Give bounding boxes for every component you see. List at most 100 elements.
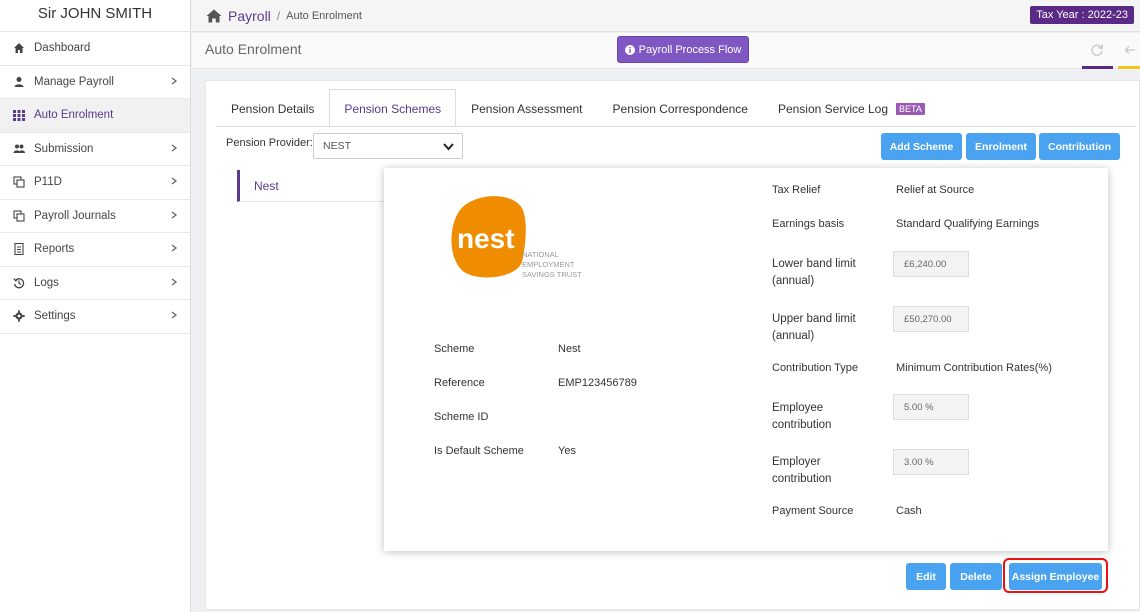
sidebar-item-settings[interactable]: Settings xyxy=(0,300,190,334)
breadcrumb-current: Auto Enrolment xyxy=(286,9,362,22)
sidebar-item-label: P11D xyxy=(34,176,62,189)
enrolment-button[interactable]: Enrolment xyxy=(966,133,1036,160)
page-title: Auto Enrolment xyxy=(205,41,302,57)
sidebar-item-payroll-journals[interactable]: Payroll Journals xyxy=(0,200,190,233)
top-bar: Payroll / Auto Enrolment Tax Year : 2022… xyxy=(192,0,1140,32)
tab-pension-correspondence[interactable]: Pension Correspondence xyxy=(598,89,763,127)
tax-year-badge[interactable]: Tax Year : 2022-23 xyxy=(1030,6,1134,24)
payroll-process-flow-button[interactable]: Payroll Process Flow xyxy=(617,36,749,63)
svg-text:NATIONAL: NATIONAL xyxy=(522,250,559,259)
chevron-right-icon xyxy=(170,243,178,255)
svg-text:EMPLOYMENT: EMPLOYMENT xyxy=(522,260,575,269)
sidebar-item-dashboard[interactable]: Dashboard xyxy=(0,32,190,66)
home-icon[interactable] xyxy=(206,9,222,23)
sidebar-item-label: Manage Payroll xyxy=(34,75,114,88)
employer-contribution-field: 3.00 % xyxy=(893,449,969,475)
add-scheme-button[interactable]: Add Scheme xyxy=(881,133,962,160)
beta-badge: BETA xyxy=(896,102,925,115)
tab-label: Pension Service Log xyxy=(777,101,889,116)
breadcrumb-payroll[interactable]: Payroll xyxy=(228,8,271,24)
sidebar-item-label: Auto Enrolment xyxy=(34,109,114,122)
contribution-type-label: Contribution Type xyxy=(772,362,859,374)
chevron-right-icon xyxy=(170,310,178,322)
dashboard-icon xyxy=(12,41,26,55)
refresh-icon[interactable] xyxy=(1090,43,1104,57)
chevron-right-icon xyxy=(170,277,178,289)
history-icon xyxy=(12,276,26,290)
users-icon xyxy=(12,142,26,156)
user-icon xyxy=(12,75,26,89)
reference-label: Reference xyxy=(434,377,485,389)
sidebar-item-p11d[interactable]: P11D xyxy=(0,166,190,200)
earnings-basis-value: Standard Qualifying Earnings xyxy=(896,218,1040,230)
payment-source-value: Cash xyxy=(896,505,922,517)
breadcrumb-separator: / xyxy=(276,8,281,23)
tax-relief-label: Tax Relief xyxy=(772,184,821,196)
scheme-list-item-nest[interactable]: Nest xyxy=(237,170,387,202)
payment-source-label: Payment Source xyxy=(772,505,854,517)
lower-band-field: £6,240.00 xyxy=(893,251,969,277)
payroll-process-flow-label: Payroll Process Flow xyxy=(638,43,742,56)
sidebar-item-label: Settings xyxy=(34,310,76,323)
accent-bar-yellow xyxy=(1118,66,1140,69)
tab-pension-schemes[interactable]: Pension Schemes xyxy=(329,89,457,127)
sidebar-item-label: Dashboard xyxy=(34,42,91,55)
page-header: Auto Enrolment Payroll Process Flow xyxy=(192,33,1140,69)
scheme-detail-card: nest NATIONAL EMPLOYMENT SAVINGS TRUST S… xyxy=(384,168,1108,551)
scheme-label: Scheme xyxy=(434,343,475,355)
scheme-value: Nest xyxy=(558,343,581,355)
sidebar-item-label: Submission xyxy=(34,142,94,155)
default-scheme-label: Is Default Scheme xyxy=(434,445,524,457)
report-icon xyxy=(12,242,26,256)
svg-text:nest: nest xyxy=(457,223,515,254)
info-icon xyxy=(624,44,635,55)
sidebar-item-label: Payroll Journals xyxy=(34,209,116,222)
tax-relief-value: Relief at Source xyxy=(896,184,975,196)
contribution-type-value: Minimum Contribution Rates(%) xyxy=(896,362,1052,374)
scheme-id-label: Scheme ID xyxy=(434,411,489,423)
copy-icon xyxy=(12,175,26,189)
employee-contribution-field: 5.00 % xyxy=(893,394,969,420)
pension-provider-value: NEST xyxy=(323,140,352,152)
default-scheme-value: Yes xyxy=(558,445,576,457)
main-panel: Pension Details Pension Schemes Pension … xyxy=(205,80,1140,610)
delete-button[interactable]: Delete xyxy=(950,563,1002,590)
sidebar-item-reports[interactable]: Reports xyxy=(0,233,190,267)
sidebar-item-label: Reports xyxy=(34,243,75,256)
sidebar: Sir JOHN SMITH Dashboard Manage Payroll … xyxy=(0,0,191,612)
sidebar-item-logs[interactable]: Logs xyxy=(0,267,190,300)
tab-pension-details[interactable]: Pension Details xyxy=(216,89,329,127)
tab-underline xyxy=(216,126,1136,127)
edit-button[interactable]: Edit xyxy=(906,563,946,590)
tab-pension-assessment[interactable]: Pension Assessment xyxy=(456,89,597,127)
tab-label: Pension Schemes xyxy=(344,101,442,116)
arrow-left-icon[interactable] xyxy=(1124,45,1136,55)
chevron-right-icon xyxy=(170,176,178,188)
pension-provider-select[interactable]: NEST xyxy=(313,133,463,159)
tab-label: Pension Assessment xyxy=(471,101,583,116)
reference-value: EMP123456789 xyxy=(558,377,637,389)
tab-pension-service-log[interactable]: Pension Service Log BETA xyxy=(763,89,940,127)
upper-band-field: £50,270.00 xyxy=(893,306,969,332)
chevron-right-icon xyxy=(170,210,178,222)
employer-contribution-label: Employer contribution xyxy=(772,456,832,485)
employee-contribution-label: Employee contribution xyxy=(772,402,832,431)
chevron-down-icon xyxy=(443,143,454,151)
sidebar-item-auto-enrolment[interactable]: Auto Enrolment xyxy=(0,99,190,133)
contribution-button[interactable]: Contribution xyxy=(1039,133,1120,160)
scheme-list-label: Nest xyxy=(254,178,279,193)
gear-icon xyxy=(12,309,26,323)
tab-label: Pension Correspondence xyxy=(612,101,748,116)
copy-icon xyxy=(12,209,26,223)
sidebar-item-submission[interactable]: Submission xyxy=(0,133,190,166)
lower-band-label: Lower band limit (annual) xyxy=(772,258,856,287)
user-name: Sir JOHN SMITH xyxy=(0,0,190,32)
tab-label: Pension Details xyxy=(231,101,315,116)
earnings-basis-label: Earnings basis xyxy=(772,218,845,230)
upper-band-label: Upper band limit (annual) xyxy=(772,313,856,342)
chevron-right-icon xyxy=(170,143,178,155)
tab-bar: Pension Details Pension Schemes Pension … xyxy=(216,89,940,127)
assign-employee-button[interactable]: Assign Employee xyxy=(1009,563,1102,590)
svg-text:SAVINGS TRUST: SAVINGS TRUST xyxy=(522,270,582,279)
sidebar-item-manage-payroll[interactable]: Manage Payroll xyxy=(0,66,190,99)
